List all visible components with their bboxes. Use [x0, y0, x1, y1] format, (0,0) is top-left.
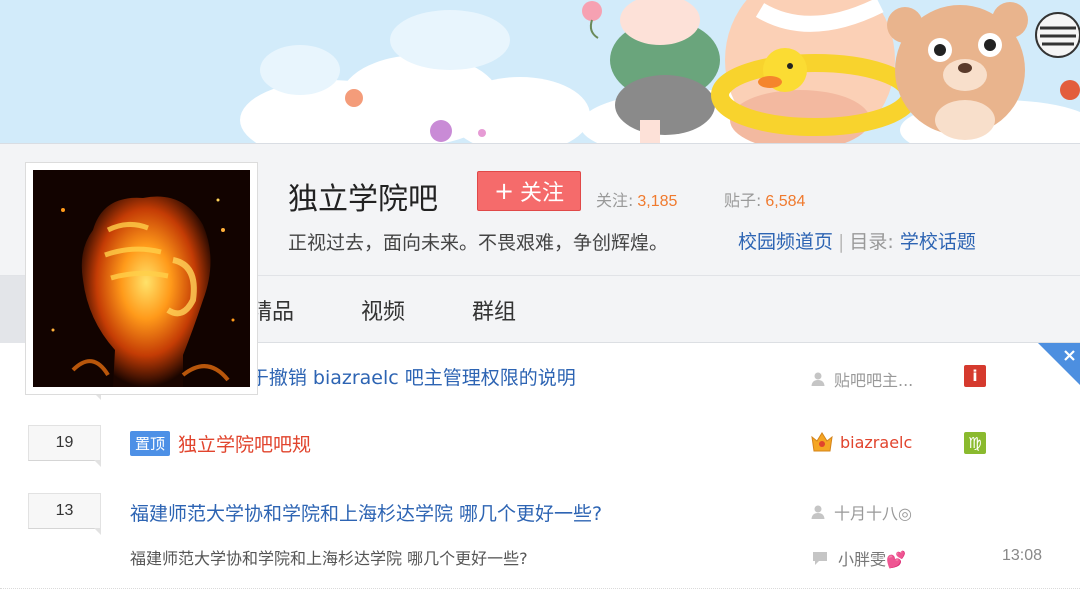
banner-illustration [0, 0, 1080, 145]
followers-label: 关注: [596, 191, 634, 210]
forum-links: 校园频道页 | 目录: 学校话题 [738, 227, 976, 254]
plus-icon: + [493, 177, 515, 205]
tab-groups[interactable]: 群组 [439, 276, 549, 343]
row-divider [0, 588, 1080, 589]
followers-stat: 关注: 3,185 [596, 187, 677, 211]
directory-link[interactable]: 学校话题 [900, 231, 976, 253]
reply-count: 19 [28, 425, 101, 467]
author-name: 贴吧吧主... [834, 371, 914, 390]
thread-author[interactable]: 十月十八◎ [810, 500, 912, 524]
thread-author[interactable]: 贴吧吧主... [810, 367, 913, 391]
thread-title-line: 置顶 独立学院吧吧规 [130, 430, 311, 457]
follow-button-label: 关注 [520, 181, 565, 206]
posts-stat: 贴子: 6,584 [724, 187, 805, 211]
reply-count: 13 [28, 493, 101, 535]
directory-label: 目录: [849, 231, 894, 253]
thread-abstract: 福建师范大学协和学院和上海杉达学院 哪几个更好一些? [130, 549, 528, 568]
campus-channel-link[interactable]: 校园频道页 [738, 231, 833, 253]
thread-author[interactable]: biazraelc [810, 431, 912, 453]
thread-title-link[interactable]: 独立学院吧吧规 [178, 434, 311, 456]
author-name: biazraelc [840, 432, 913, 452]
last-reply-user[interactable]: 小胖雯💕 [812, 546, 906, 570]
author-name: 十月十八◎ [834, 504, 912, 523]
posts-count: 6,584 [765, 193, 806, 210]
virgo-badge-icon: ♍ [964, 432, 986, 454]
crown-icon [811, 432, 833, 452]
forum-title: 独立学院吧 [288, 182, 438, 217]
close-icon[interactable] [1038, 343, 1080, 385]
thread-title-line: 福建师范大学协和学院和上海杉达学院 哪几个更好一些? [130, 499, 602, 526]
link-separator: | [838, 231, 845, 253]
person-icon [811, 372, 825, 386]
chat-icon [813, 551, 827, 565]
thread-title-link[interactable]: 福建师范大学协和学院和上海杉达学院 哪几个更好一些? [130, 503, 602, 525]
info-badge-icon: i [964, 365, 986, 387]
forum-header: 独立学院吧 + 关注 关注: 3,185 贴子: 6,584 正视过去，面向未来。不… [0, 143, 1080, 395]
followers-count: 3,185 [637, 193, 678, 210]
posts-label: 贴子: [724, 191, 762, 210]
tab-videos[interactable]: 视频 [328, 276, 438, 343]
person-icon [811, 505, 825, 519]
forum-banner [0, 0, 1080, 145]
forum-avatar[interactable] [25, 162, 258, 395]
forum-slogan: 正视过去，面向未来。不畏艰难，争创辉煌。 [288, 232, 669, 254]
fist-fire-image [33, 170, 250, 387]
last-reply-time: 13:08 [1002, 547, 1043, 564]
last-reply-name: 小胖雯💕 [838, 550, 906, 569]
pinned-badge: 置顶 [130, 431, 171, 456]
follow-button[interactable]: + 关注 [477, 171, 581, 211]
